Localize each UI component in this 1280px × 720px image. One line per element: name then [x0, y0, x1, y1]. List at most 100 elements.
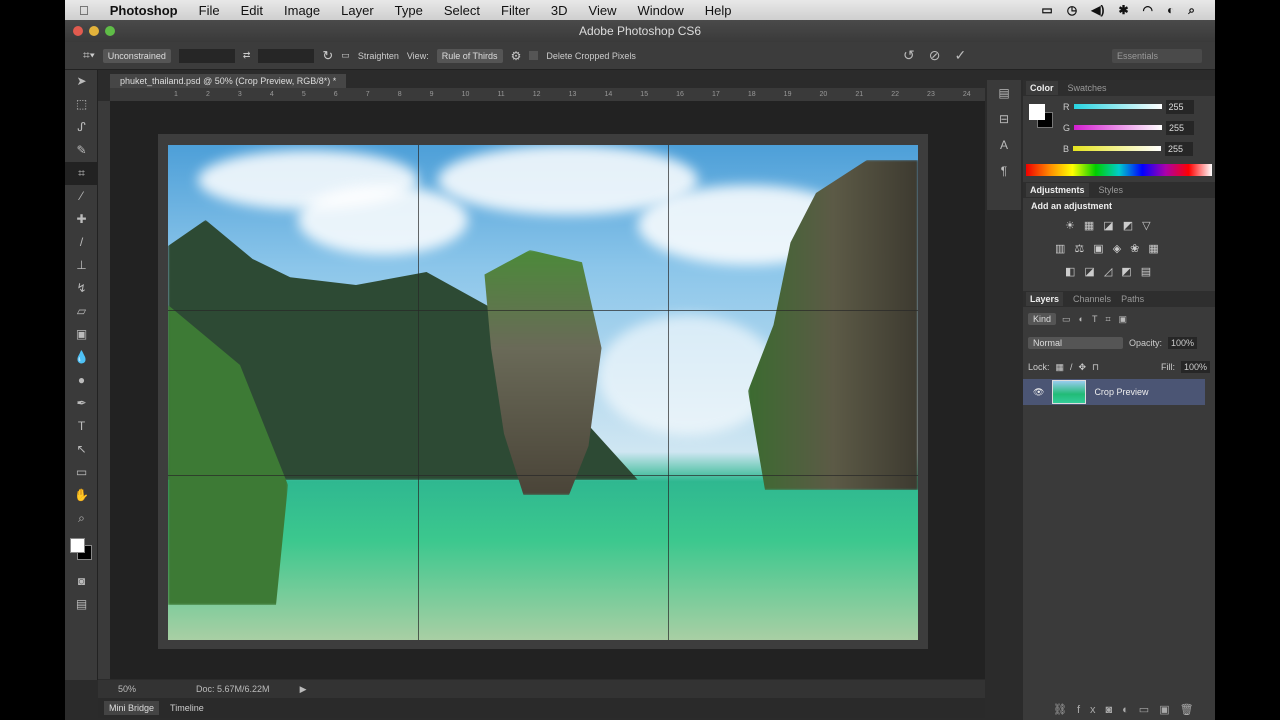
- b-slider[interactable]: B 255: [1023, 138, 1215, 159]
- color-spectrum[interactable]: [1026, 164, 1212, 176]
- r-value[interactable]: 255: [1165, 99, 1194, 114]
- workspace-dropdown[interactable]: Essentials: [1112, 49, 1202, 63]
- menu-select[interactable]: Select: [444, 3, 480, 18]
- menu-3d[interactable]: 3D: [551, 3, 568, 18]
- history-icon[interactable]: ▤: [987, 80, 1021, 106]
- marquee-tool-icon[interactable]: ⬚: [65, 93, 98, 116]
- ruler-tick: 5: [301, 91, 306, 98]
- foreground-color-swatch[interactable]: [1029, 104, 1045, 120]
- layer-filter-icons[interactable]: ▭◐T⌗▣: [1062, 314, 1135, 325]
- wifi-icon[interactable]: ◠: [1143, 3, 1153, 18]
- spotlight-search-icon[interactable]: ⌕: [1188, 3, 1195, 18]
- zoom-tool-icon[interactable]: ⌕: [65, 507, 98, 530]
- lasso-tool-icon[interactable]: ᔑ: [65, 116, 98, 139]
- eyedropper-tool-icon[interactable]: ⁄: [65, 185, 98, 208]
- tab-adjustments[interactable]: Adjustments: [1026, 183, 1089, 197]
- dodge-tool-icon[interactable]: ●: [65, 369, 98, 392]
- menu-type[interactable]: Type: [395, 3, 423, 18]
- hand-tool-icon[interactable]: ✋: [65, 484, 98, 507]
- photo-crop-preview[interactable]: [168, 145, 918, 640]
- tab-paths[interactable]: Paths: [1121, 294, 1144, 304]
- volume-icon[interactable]: ◀): [1091, 3, 1104, 18]
- tab-timeline[interactable]: Timeline: [165, 701, 209, 715]
- time-machine-icon[interactable]: ◷: [1067, 3, 1077, 18]
- commit-crop-icon[interactable]: ✓: [954, 47, 966, 64]
- quick-mask-icon[interactable]: ◙: [65, 570, 98, 593]
- character-icon[interactable]: A: [987, 132, 1021, 158]
- tab-styles[interactable]: Styles: [1099, 185, 1124, 195]
- b-value[interactable]: 255: [1165, 141, 1194, 156]
- properties-icon[interactable]: ⊟: [987, 106, 1021, 132]
- layers-footer-icons[interactable]: ⛓fx◙◐▭▣🗑: [1053, 703, 1204, 716]
- battery-icon[interactable]: ◐: [1167, 3, 1174, 18]
- zoom-level[interactable]: 50%: [118, 684, 136, 694]
- tab-color[interactable]: Color: [1026, 81, 1058, 95]
- canvas-area[interactable]: [110, 101, 985, 679]
- menu-layer[interactable]: Layer: [341, 3, 374, 18]
- blend-mode-dropdown[interactable]: Normal: [1028, 337, 1123, 349]
- shape-tool-icon[interactable]: ▭: [65, 461, 98, 484]
- layer-name[interactable]: Crop Preview: [1094, 387, 1148, 397]
- straighten-button[interactable]: Straighten: [358, 51, 399, 61]
- color-swatches-icon[interactable]: [65, 530, 98, 570]
- brush-tool-icon[interactable]: /: [65, 231, 98, 254]
- menu-view[interactable]: View: [589, 3, 617, 18]
- bluetooth-icon[interactable]: ✱: [1118, 3, 1128, 18]
- display-icon[interactable]: ▭: [1041, 3, 1052, 18]
- path-select-icon[interactable]: ↖: [65, 438, 98, 461]
- menu-file[interactable]: File: [199, 3, 220, 18]
- width-field[interactable]: [178, 48, 235, 63]
- document-tab[interactable]: phuket_thailand.psd @ 50% (Crop Preview,…: [110, 74, 347, 88]
- visibility-eye-icon[interactable]: 👁: [1033, 387, 1044, 398]
- menu-window[interactable]: Window: [637, 3, 683, 18]
- ruler-tick: 6: [333, 91, 338, 98]
- gradient-tool-icon[interactable]: ▣: [65, 323, 98, 346]
- healing-brush-icon[interactable]: ✚: [65, 208, 98, 231]
- tab-layers[interactable]: Layers: [1026, 292, 1064, 306]
- reset-icon[interactable]: ↺: [903, 47, 915, 64]
- menu-filter[interactable]: Filter: [501, 3, 530, 18]
- lock-icons[interactable]: ▦/✥⊓: [1056, 362, 1106, 373]
- straighten-icon[interactable]: ▭: [341, 50, 350, 61]
- height-field[interactable]: [258, 48, 315, 63]
- history-brush-icon[interactable]: ↯: [65, 277, 98, 300]
- tab-mini-bridge[interactable]: Mini Bridge: [104, 701, 160, 715]
- settings-gear-icon[interactable]: ⚙: [511, 49, 522, 63]
- clear-icon[interactable]: ↻: [322, 48, 333, 64]
- menu-image[interactable]: Image: [284, 3, 320, 18]
- crop-tool-preset-icon[interactable]: ⌗▾: [83, 48, 95, 63]
- quick-select-tool-icon[interactable]: ✎: [65, 139, 98, 162]
- adjustment-icons-row-3[interactable]: ◧ ◪ ◿ ◩ ▤: [1023, 260, 1215, 283]
- menu-edit[interactable]: Edit: [241, 3, 263, 18]
- close-button[interactable]: [73, 26, 83, 36]
- zoom-button[interactable]: [105, 26, 115, 36]
- overlay-dropdown[interactable]: Rule of Thirds: [436, 48, 503, 63]
- tab-swatches[interactable]: Swatches: [1068, 83, 1107, 93]
- adjustment-icons-row-2[interactable]: ▥ ⚖ ▣ ◈ ❀ ▦: [1023, 237, 1215, 260]
- eraser-tool-icon[interactable]: ▱: [65, 300, 98, 323]
- blur-tool-icon[interactable]: 💧: [65, 346, 98, 369]
- adjustment-icons-row-1[interactable]: ☀ ▦ ◪ ◩ ▽: [1023, 214, 1215, 237]
- screen-mode-icon[interactable]: ▤: [65, 593, 98, 616]
- fill-field[interactable]: 100%: [1180, 361, 1210, 373]
- tab-channels[interactable]: Channels: [1073, 294, 1111, 304]
- filter-kind-dropdown[interactable]: Kind: [1028, 313, 1057, 325]
- ratio-dropdown[interactable]: Unconstrained: [102, 48, 171, 63]
- status-menu-arrow-icon[interactable]: ▶: [300, 684, 307, 695]
- cancel-crop-icon[interactable]: ⊘: [929, 47, 941, 64]
- pen-tool-icon[interactable]: ✒: [65, 392, 98, 415]
- move-tool-icon[interactable]: ➤: [65, 70, 98, 93]
- crop-tool-icon[interactable]: ⌗: [65, 162, 98, 185]
- clone-stamp-icon[interactable]: ⊥: [65, 254, 98, 277]
- type-tool-icon[interactable]: T: [65, 415, 98, 438]
- menu-help[interactable]: Help: [705, 3, 732, 18]
- opacity-field[interactable]: 100%: [1168, 337, 1198, 349]
- paragraph-icon[interactable]: ¶: [987, 158, 1021, 184]
- minimize-button[interactable]: [89, 26, 99, 36]
- g-value[interactable]: 255: [1166, 120, 1195, 135]
- menu-photoshop[interactable]: Photoshop: [110, 3, 178, 18]
- layer-row-crop-preview[interactable]: 👁 Crop Preview: [1023, 379, 1205, 405]
- apple-menu[interactable]: : [79, 3, 89, 18]
- swap-icon[interactable]: ⇄: [243, 50, 251, 61]
- delete-cropped-checkbox[interactable]: [529, 51, 539, 60]
